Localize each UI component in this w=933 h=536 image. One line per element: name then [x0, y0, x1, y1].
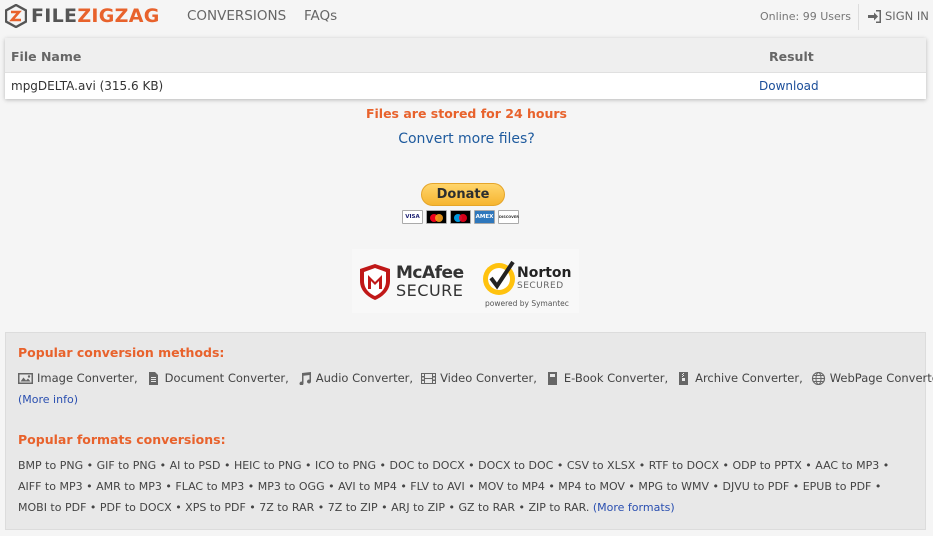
formats-line-last: MOBI to PDF • PDF to DOCX • XPS to PDF •… — [18, 497, 898, 518]
sign-in-button[interactable]: SIGN IN — [868, 9, 929, 23]
mcafee-shield-icon — [360, 264, 390, 300]
mcafee-secure-label: SECURE — [396, 281, 464, 300]
convert-more-link[interactable]: Convert more files? — [0, 131, 933, 147]
table-header: File Name Result — [5, 38, 926, 73]
nav-faqs[interactable]: FAQs — [304, 8, 337, 24]
sign-in-icon — [868, 9, 881, 23]
image-icon — [18, 372, 33, 384]
top-bar: FILEZIGZAG CONVERSIONS FAQs Online: 99 U… — [0, 0, 933, 34]
more-info-link[interactable]: (More info) — [18, 393, 78, 406]
method-label: Document Converter — [164, 371, 286, 385]
book-icon — [547, 371, 557, 385]
music-note-icon — [299, 371, 311, 385]
video-converter-link[interactable]: Video Converter, — [421, 371, 545, 385]
column-result: Result — [769, 49, 814, 64]
donate-button[interactable]: Donate — [421, 183, 505, 206]
formats-line[interactable]: AIFF to MP3 • AMR to MP3 • FLAC to MP3 •… — [18, 476, 898, 497]
file-name-cell: mpgDELTA.avi (315.6 KB) — [11, 79, 164, 93]
method-label: Audio Converter — [315, 371, 410, 385]
audio-converter-link[interactable]: Audio Converter, — [297, 371, 421, 385]
mastercard-icon — [426, 210, 447, 224]
security-badges: McAfee SECURE Norton SECURED powered by … — [352, 249, 579, 313]
popular-formats-title: Popular formats conversions: — [18, 432, 226, 447]
online-users: Online: 99 Users — [760, 10, 851, 23]
norton-check-icon — [483, 260, 515, 295]
film-icon — [421, 372, 437, 384]
ebook-converter-link[interactable]: E-Book Converter, — [545, 371, 676, 385]
norton-secured-label: SECURED — [517, 281, 564, 291]
method-label: Image Converter — [37, 371, 134, 385]
maestro-card-icon — [450, 210, 471, 224]
norton-name: Norton — [517, 265, 572, 281]
norton-powered-by: powered by Symantec — [485, 299, 569, 308]
result-table: File Name Result mpgDELTA.avi (315.6 KB)… — [5, 38, 926, 99]
more-formats-link[interactable]: (More formats) — [593, 501, 675, 514]
header-divider — [858, 4, 859, 30]
nav-conversions[interactable]: CONVERSIONS — [187, 8, 286, 24]
formats-line-text[interactable]: MOBI to PDF • PDF to DOCX • XPS to PDF •… — [18, 501, 589, 514]
document-converter-link[interactable]: Document Converter, — [146, 371, 297, 385]
document-icon — [148, 371, 158, 385]
image-converter-link[interactable]: Image Converter, — [18, 371, 146, 385]
mcafee-brand: McAfee — [396, 263, 464, 283]
logo[interactable]: FILEZIGZAG — [5, 4, 160, 28]
popular-formats-list: BMP to PNG • GIF to PNG • AI to PSD • HE… — [18, 455, 898, 518]
column-file-name: File Name — [11, 49, 82, 64]
conversion-methods-list: Image Converter, Document Converter, Aud… — [18, 371, 933, 385]
download-link[interactable]: Download — [759, 79, 819, 93]
storage-notice: Files are stored for 24 hours — [365, 106, 568, 121]
method-label: Video Converter — [440, 371, 534, 385]
amex-card-icon: AMEX — [474, 210, 495, 224]
archive-converter-link[interactable]: Archive Converter, — [676, 371, 811, 385]
archive-icon — [679, 371, 689, 385]
mcafee-badge: McAfee SECURE — [358, 263, 464, 301]
method-label: WebPage Converter — [829, 371, 933, 385]
table-row: mpgDELTA.avi (315.6 KB) Download — [5, 73, 926, 99]
globe-icon — [811, 371, 825, 385]
visa-card-icon: VISA — [402, 210, 423, 224]
payment-cards: VISA AMEX DISCOVER — [402, 210, 519, 224]
webpage-converter-link[interactable]: WebPage Converter. — [811, 371, 933, 385]
discover-card-icon: DISCOVER — [498, 210, 519, 224]
zigzag-logo-icon — [5, 4, 27, 28]
formats-line[interactable]: BMP to PNG • GIF to PNG • AI to PSD • HE… — [18, 455, 898, 476]
logo-text: FILEZIGZAG — [31, 5, 160, 27]
method-label: E-Book Converter — [563, 371, 665, 385]
popular-conversions-box: Popular conversion methods: Image Conver… — [5, 332, 933, 530]
popular-methods-title: Popular conversion methods: — [18, 345, 225, 360]
sign-in-label: SIGN IN — [885, 9, 929, 23]
method-label: Archive Converter — [695, 371, 800, 385]
